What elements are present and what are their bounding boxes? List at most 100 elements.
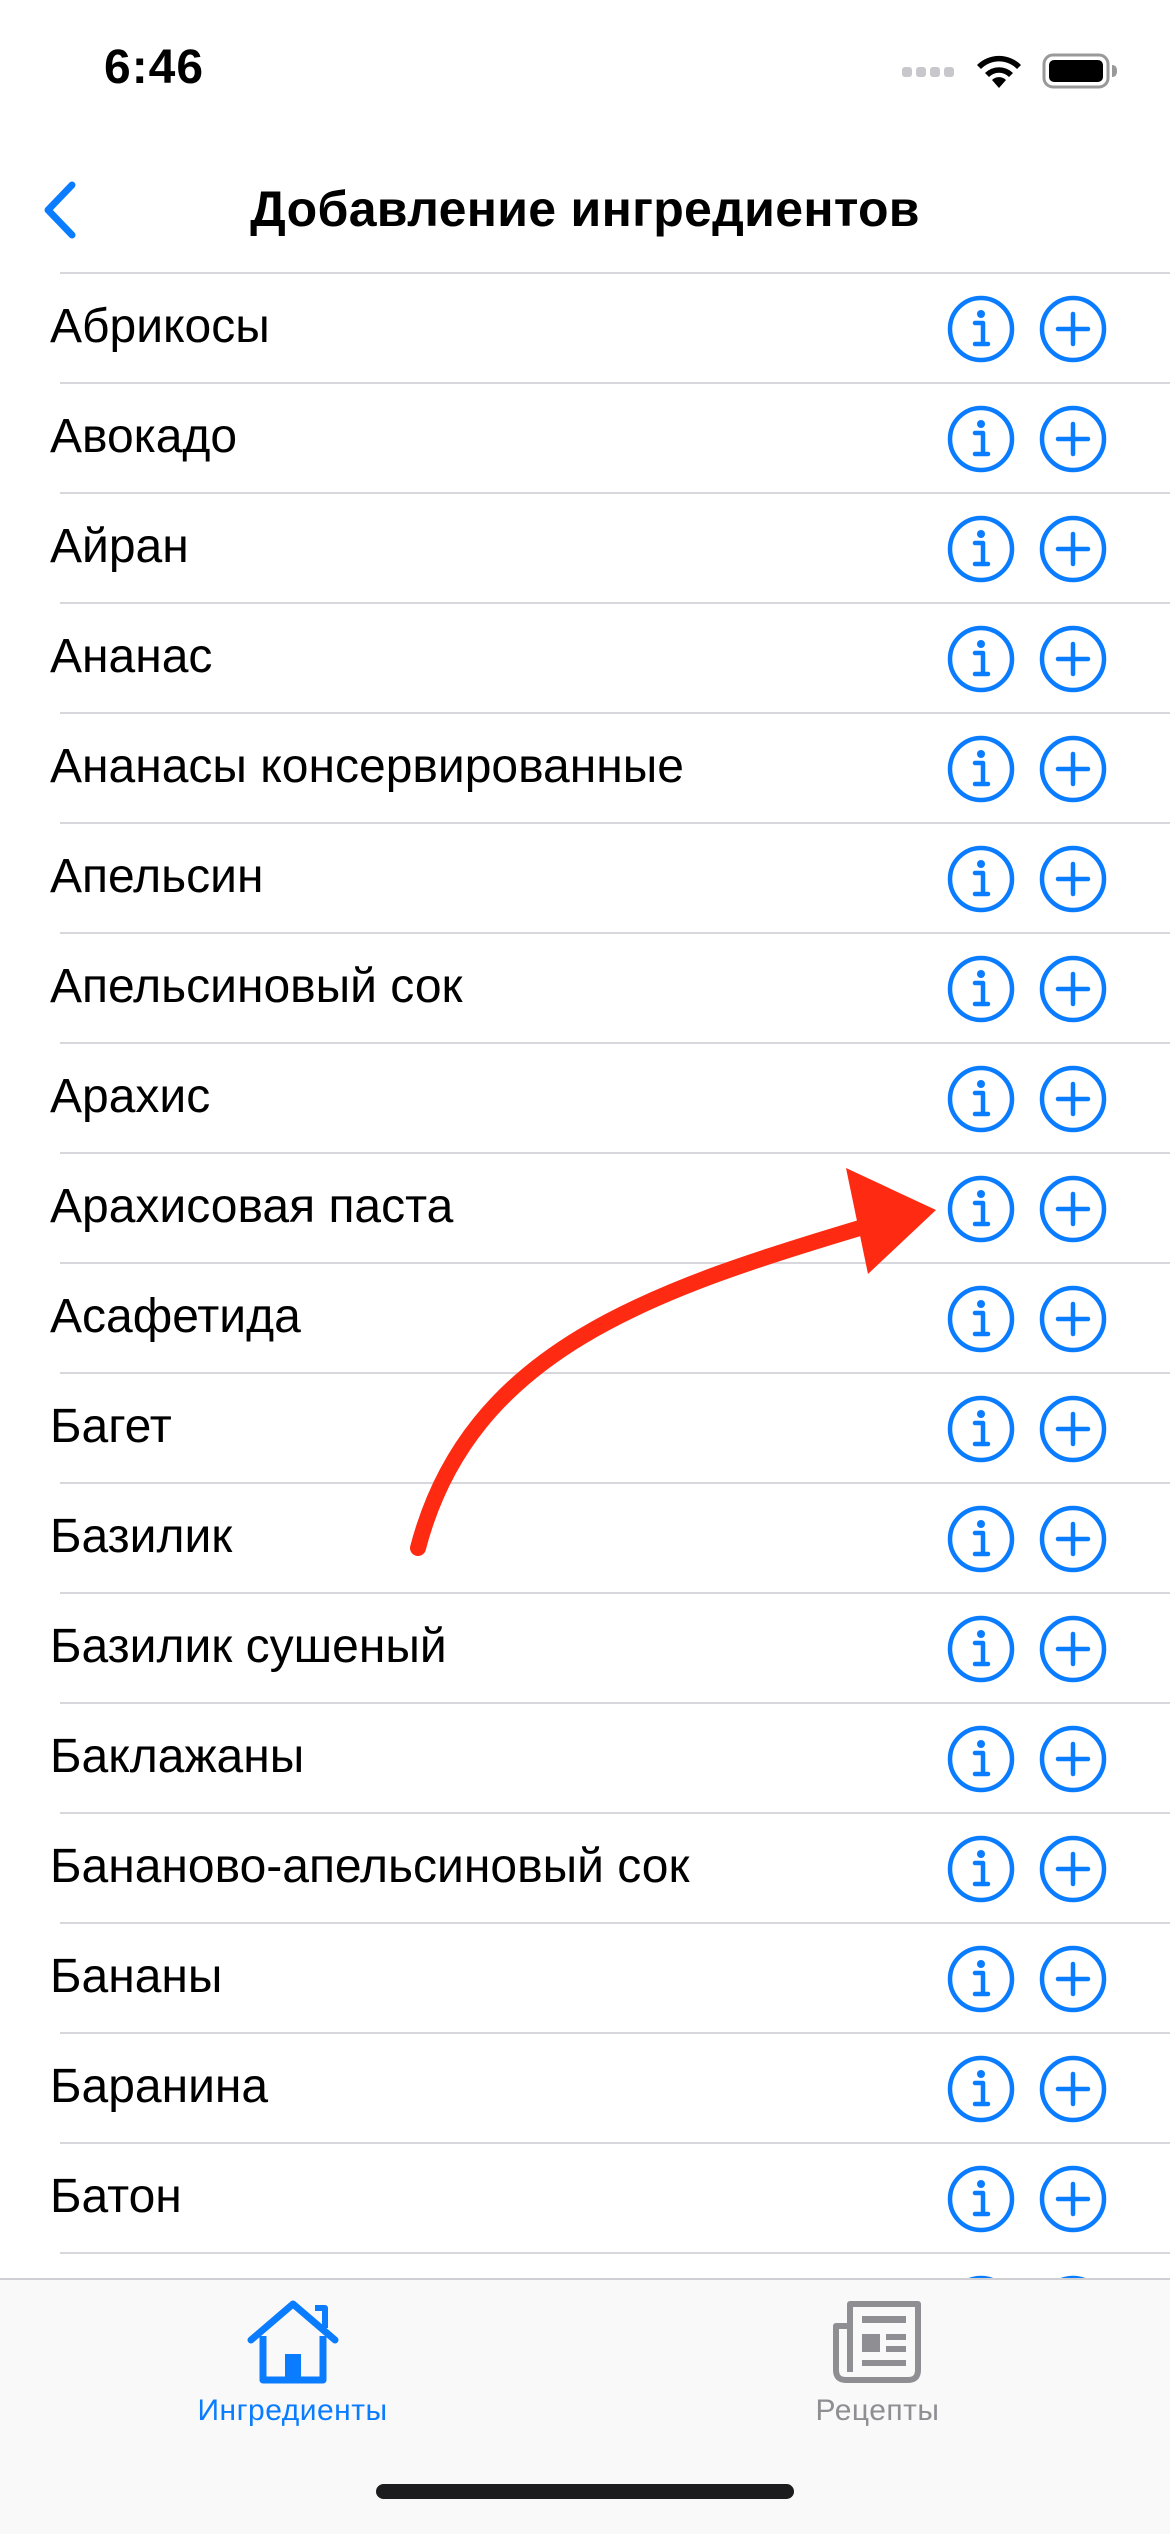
ingredient-name: Айран (50, 520, 189, 573)
plus-circle-icon[interactable] (1038, 734, 1108, 804)
info-circle-icon[interactable] (946, 2164, 1016, 2234)
list-item[interactable]: Базилик сушеный (0, 1592, 1170, 1702)
ingredients-list[interactable]: Абрикосы Авокадо Айран Ананас Ананасы ко… (0, 272, 1170, 2278)
list-item[interactable]: Баранина (0, 2032, 1170, 2142)
plus-circle-icon[interactable] (1038, 514, 1108, 584)
list-item[interactable]: Ананас (0, 602, 1170, 712)
list-item[interactable]: Арахис (0, 1042, 1170, 1152)
ingredient-name: Арахисовая паста (50, 1180, 454, 1233)
plus-circle-icon[interactable] (1038, 1834, 1108, 1904)
ingredient-name: Асафетида (50, 1290, 301, 1343)
list-item[interactable]: Бананово-апельсиновый сок (0, 1812, 1170, 1922)
list-item[interactable]: Арахисовая паста (0, 1152, 1170, 1262)
row-separator (60, 712, 1170, 714)
row-separator (60, 2032, 1170, 2034)
ingredient-name: Бананы (50, 1950, 223, 2003)
row-separator (60, 1152, 1170, 1154)
ingredient-name: Апельсиновый сок (50, 960, 463, 1013)
plus-circle-icon[interactable] (1038, 294, 1108, 364)
plus-circle-icon[interactable] (1038, 1724, 1108, 1794)
info-circle-icon[interactable] (946, 954, 1016, 1024)
status-time: 6:46 (104, 41, 205, 94)
plus-circle-icon[interactable] (1038, 404, 1108, 474)
info-circle-icon[interactable] (946, 514, 1016, 584)
info-circle-icon[interactable] (946, 844, 1016, 914)
row-separator (60, 2252, 1170, 2254)
row-separator (60, 602, 1170, 604)
list-item[interactable]: Базилик (0, 1482, 1170, 1592)
cellular-signal-icon (902, 67, 954, 77)
page-title: Добавление ингредиентов (250, 181, 920, 237)
info-circle-icon[interactable] (946, 1724, 1016, 1794)
ingredient-name: Арахис (50, 1070, 211, 1123)
ingredient-name: Багет (50, 1400, 172, 1453)
plus-circle-icon[interactable] (1038, 1284, 1108, 1354)
info-circle-icon[interactable] (946, 1394, 1016, 1464)
info-circle-icon[interactable] (946, 734, 1016, 804)
tab-bar: Ингредиенты Рецепты (0, 2278, 1170, 2534)
ingredient-name: Апельсин (50, 850, 264, 903)
home-indicator[interactable] (376, 2484, 794, 2499)
plus-circle-icon[interactable] (1038, 2054, 1108, 2124)
tab-label: Рецепты (815, 2394, 940, 2427)
info-circle-icon[interactable] (946, 1064, 1016, 1134)
ingredient-name: Авокадо (50, 410, 238, 463)
row-separator (60, 1592, 1170, 1594)
wifi-icon (977, 55, 1021, 88)
row-separator (60, 932, 1170, 934)
status-bar: 6:46 (0, 0, 1170, 150)
info-circle-icon[interactable] (946, 404, 1016, 474)
row-separator (60, 1812, 1170, 1814)
row-separator (60, 492, 1170, 494)
row-separator (60, 1482, 1170, 1484)
row-separator (60, 1042, 1170, 1044)
list-item[interactable]: Багет (0, 1372, 1170, 1482)
tab-recipes[interactable]: Рецепты (585, 2280, 1170, 2480)
ingredient-name: Батон (50, 2170, 182, 2223)
info-circle-icon[interactable] (946, 294, 1016, 364)
navigation-bar: Добавление ингредиентов (0, 150, 1170, 272)
info-circle-icon[interactable] (946, 1284, 1016, 1354)
row-separator (60, 822, 1170, 824)
list-item[interactable] (0, 2252, 1170, 2278)
plus-circle-icon[interactable] (1038, 624, 1108, 694)
plus-circle-icon[interactable] (1038, 954, 1108, 1024)
house-icon (247, 2300, 338, 2384)
list-item[interactable]: Баклажаны (0, 1702, 1170, 1812)
ingredient-name: Бананово-апельсиновый сок (50, 1840, 690, 1893)
list-item[interactable]: Ананасы консервированные (0, 712, 1170, 822)
info-circle-icon[interactable] (946, 1174, 1016, 1244)
list-item[interactable]: Асафетида (0, 1262, 1170, 1372)
ingredient-name: Баранина (50, 2060, 269, 2113)
plus-circle-icon[interactable] (1038, 1174, 1108, 1244)
list-item[interactable]: Апельсиновый сок (0, 932, 1170, 1042)
info-circle-icon[interactable] (946, 1504, 1016, 1574)
ingredient-name: Ананасы консервированные (50, 740, 684, 793)
info-circle-icon[interactable] (946, 1834, 1016, 1904)
row-separator (60, 1922, 1170, 1924)
plus-circle-icon[interactable] (1038, 1394, 1108, 1464)
plus-circle-icon[interactable] (1038, 1944, 1108, 2014)
info-circle-icon[interactable] (946, 2054, 1016, 2124)
ingredient-name: Базилик сушеный (50, 1620, 447, 1673)
info-circle-icon[interactable] (946, 624, 1016, 694)
plus-circle-icon[interactable] (1038, 2164, 1108, 2234)
tab-ingredients[interactable]: Ингредиенты (0, 2280, 585, 2480)
list-item[interactable]: Авокадо (0, 382, 1170, 492)
list-item[interactable]: Батон (0, 2142, 1170, 2252)
ingredient-name: Абрикосы (50, 300, 270, 353)
row-separator (60, 382, 1170, 384)
plus-circle-icon[interactable] (1038, 1064, 1108, 1134)
plus-circle-icon[interactable] (1038, 844, 1108, 914)
plus-circle-icon[interactable] (1038, 1614, 1108, 1684)
info-circle-icon[interactable] (946, 1944, 1016, 2014)
list-item[interactable]: Апельсин (0, 822, 1170, 932)
row-separator (60, 1372, 1170, 1374)
tab-label: Ингредиенты (197, 2394, 388, 2427)
list-item[interactable]: Айран (0, 492, 1170, 602)
battery-icon (1042, 53, 1117, 89)
info-circle-icon[interactable] (946, 1614, 1016, 1684)
list-item[interactable]: Бананы (0, 1922, 1170, 2032)
list-item[interactable]: Абрикосы (0, 272, 1170, 382)
plus-circle-icon[interactable] (1038, 1504, 1108, 1574)
